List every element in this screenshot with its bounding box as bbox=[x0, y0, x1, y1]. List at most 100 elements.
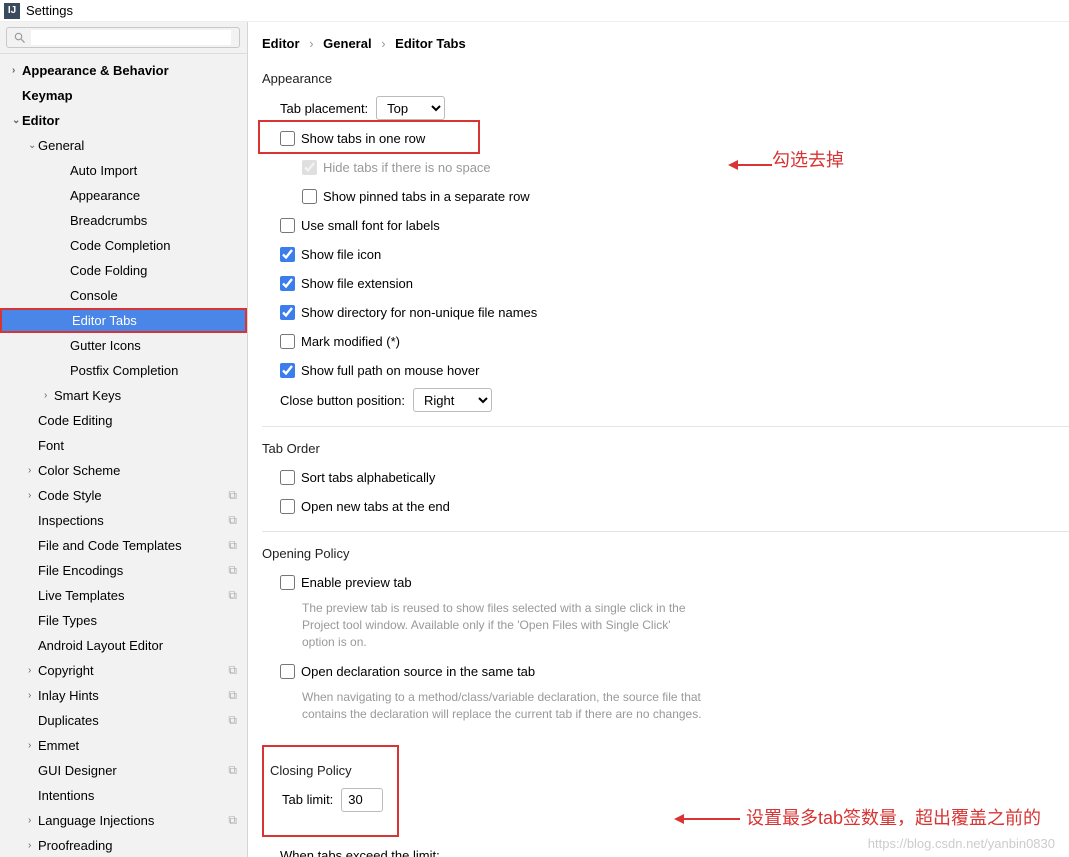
window-title: Settings bbox=[26, 3, 73, 18]
sidebar-item-appearance-behavior[interactable]: ›Appearance & Behavior bbox=[0, 58, 247, 83]
chevron-right-icon: › bbox=[309, 36, 313, 51]
copy-icon: ⧉ bbox=[228, 813, 237, 828]
sort-alpha-checkbox[interactable] bbox=[280, 470, 295, 485]
settings-tree: ›Appearance & Behavior Keymap ⌄Editor⌄Gene… bbox=[0, 54, 247, 857]
close-btn-pos-select[interactable]: Right bbox=[413, 388, 492, 412]
mark-modified-label: Mark modified (*) bbox=[301, 334, 400, 349]
sidebar-item-label: File Types bbox=[38, 613, 97, 628]
sidebar-item-label: Inspections bbox=[38, 513, 104, 528]
sidebar-item-general[interactable]: ⌄General bbox=[0, 133, 247, 158]
sidebar-item-auto-import[interactable]: Auto Import bbox=[0, 158, 247, 183]
show-full-path-checkbox[interactable] bbox=[280, 363, 295, 378]
copy-icon: ⧉ bbox=[228, 713, 237, 728]
sidebar-item-language-injections[interactable]: ›Language Injections⧉ bbox=[0, 808, 247, 833]
sidebar-item-label: Duplicates bbox=[38, 713, 99, 728]
sidebar-item-inlay-hints[interactable]: ›Inlay Hints⧉ bbox=[0, 683, 247, 708]
open-new-end-checkbox[interactable] bbox=[280, 499, 295, 514]
tree-arrow-icon: › bbox=[28, 840, 38, 851]
sidebar-item-code-completion[interactable]: Code Completion bbox=[0, 233, 247, 258]
sidebar-item-label: Font bbox=[38, 438, 64, 453]
show-dir-checkbox[interactable] bbox=[280, 305, 295, 320]
tree-arrow-icon: › bbox=[44, 390, 54, 401]
small-font-checkbox[interactable] bbox=[280, 218, 295, 233]
hide-tabs-checkbox bbox=[302, 160, 317, 175]
sidebar-item-live-templates[interactable]: Live Templates⧉ bbox=[0, 583, 247, 608]
copy-icon: ⧉ bbox=[228, 663, 237, 678]
crumb-editor-tabs[interactable]: Editor Tabs bbox=[395, 36, 466, 51]
sidebar-item-editor[interactable]: ⌄Editor bbox=[0, 108, 247, 133]
sidebar-item-code-editing[interactable]: Code Editing bbox=[0, 408, 247, 433]
sidebar-item-label: Appearance bbox=[70, 188, 140, 203]
show-file-ext-label: Show file extension bbox=[301, 276, 413, 291]
section-appearance: Appearance bbox=[262, 71, 1069, 86]
sidebar-item-font[interactable]: Font bbox=[0, 433, 247, 458]
tab-limit-input[interactable] bbox=[341, 788, 383, 812]
search-row bbox=[0, 22, 247, 54]
sidebar-item-proofreading[interactable]: ›Proofreading bbox=[0, 833, 247, 857]
sidebar-item-label: Postfix Completion bbox=[70, 363, 178, 378]
sidebar-item-appearance[interactable]: Appearance bbox=[0, 183, 247, 208]
crumb-editor[interactable]: Editor bbox=[262, 36, 300, 51]
search-input[interactable] bbox=[31, 30, 231, 45]
show-tabs-one-row-checkbox[interactable] bbox=[280, 131, 295, 146]
annotation-tab-limit: 设置最多tab签数量，超出覆盖之前的 bbox=[746, 804, 1041, 830]
sidebar-item-color-scheme[interactable]: ›Color Scheme bbox=[0, 458, 247, 483]
sidebar-item-label: Proofreading bbox=[38, 838, 112, 853]
enable-preview-label: Enable preview tab bbox=[301, 575, 412, 590]
open-new-end-label: Open new tabs at the end bbox=[301, 499, 450, 514]
sidebar-item-label: GUI Designer bbox=[38, 763, 117, 778]
watermark: https://blog.csdn.net/yanbin0830 bbox=[868, 836, 1055, 851]
sidebar-item-label: Console bbox=[70, 288, 118, 303]
mark-modified-checkbox[interactable] bbox=[280, 334, 295, 349]
sidebar-item-gutter-icons[interactable]: Gutter Icons bbox=[0, 333, 247, 358]
search-icon bbox=[13, 31, 27, 45]
section-tab-order: Tab Order bbox=[262, 441, 1069, 456]
arrow-icon bbox=[728, 158, 772, 172]
closing-policy-highlight: Closing Policy Tab limit: bbox=[262, 745, 399, 837]
show-file-icon-checkbox[interactable] bbox=[280, 247, 295, 262]
sidebar-item-label: Code Folding bbox=[70, 263, 147, 278]
sidebar-item-label: Inlay Hints bbox=[38, 688, 99, 703]
sidebar-item-label: Live Templates bbox=[38, 588, 124, 603]
sidebar-item-file-encodings[interactable]: File Encodings⧉ bbox=[0, 558, 247, 583]
sidebar-item-smart-keys[interactable]: ›Smart Keys bbox=[0, 383, 247, 408]
sidebar-item-file-and-code-templates[interactable]: File and Code Templates⧉ bbox=[0, 533, 247, 558]
sidebar-item-gui-designer[interactable]: GUI Designer⧉ bbox=[0, 758, 247, 783]
sidebar-item-duplicates[interactable]: Duplicates ⧉ bbox=[0, 708, 247, 733]
show-dir-label: Show directory for non-unique file names bbox=[301, 305, 537, 320]
tree-arrow-icon: › bbox=[12, 65, 22, 76]
tab-placement-select[interactable]: Top bbox=[376, 96, 445, 120]
open-decl-checkbox[interactable] bbox=[280, 664, 295, 679]
tree-arrow-icon: › bbox=[28, 740, 38, 751]
sidebar-item-file-types[interactable]: File Types bbox=[0, 608, 247, 633]
copy-icon: ⧉ bbox=[228, 513, 237, 528]
sidebar-item-code-style[interactable]: ›Code Style⧉ bbox=[0, 483, 247, 508]
tree-arrow-icon: › bbox=[28, 815, 38, 826]
sidebar-item-label: File Encodings bbox=[38, 563, 123, 578]
search-box[interactable] bbox=[6, 27, 240, 48]
sidebar-item-label: Breadcrumbs bbox=[70, 213, 147, 228]
show-file-ext-checkbox[interactable] bbox=[280, 276, 295, 291]
sidebar-item-android-layout-editor[interactable]: Android Layout Editor bbox=[0, 633, 247, 658]
sidebar-item-postfix-completion[interactable]: Postfix Completion bbox=[0, 358, 247, 383]
enable-preview-checkbox[interactable] bbox=[280, 575, 295, 590]
sidebar-item-label: Code Style bbox=[38, 488, 102, 503]
divider bbox=[262, 426, 1069, 427]
sidebar-item-code-folding[interactable]: Code Folding bbox=[0, 258, 247, 283]
sidebar-item-keymap[interactable]: Keymap bbox=[0, 83, 247, 108]
sidebar-item-breadcrumbs[interactable]: Breadcrumbs bbox=[0, 208, 247, 233]
sidebar-item-label: Code Completion bbox=[70, 238, 170, 253]
sidebar-item-copyright[interactable]: ›Copyright⧉ bbox=[0, 658, 247, 683]
crumb-general[interactable]: General bbox=[323, 36, 371, 51]
sidebar-item-emmet[interactable]: ›Emmet bbox=[0, 733, 247, 758]
sidebar-item-console[interactable]: Console bbox=[0, 283, 247, 308]
show-pinned-sep-checkbox[interactable] bbox=[302, 189, 317, 204]
sidebar-item-label: Keymap bbox=[22, 88, 73, 103]
sidebar-item-intentions[interactable]: Intentions bbox=[0, 783, 247, 808]
tree-arrow-icon: ⌄ bbox=[28, 140, 38, 151]
sidebar-item-inspections[interactable]: Inspections ⧉ bbox=[0, 508, 247, 533]
section-closing: Closing Policy bbox=[270, 763, 383, 778]
sidebar-item-editor-tabs[interactable]: Editor Tabs bbox=[0, 308, 247, 333]
show-tabs-one-row-label: Show tabs in one row bbox=[301, 131, 425, 146]
annotation-uncheck: 勾选去掉 bbox=[772, 146, 844, 172]
